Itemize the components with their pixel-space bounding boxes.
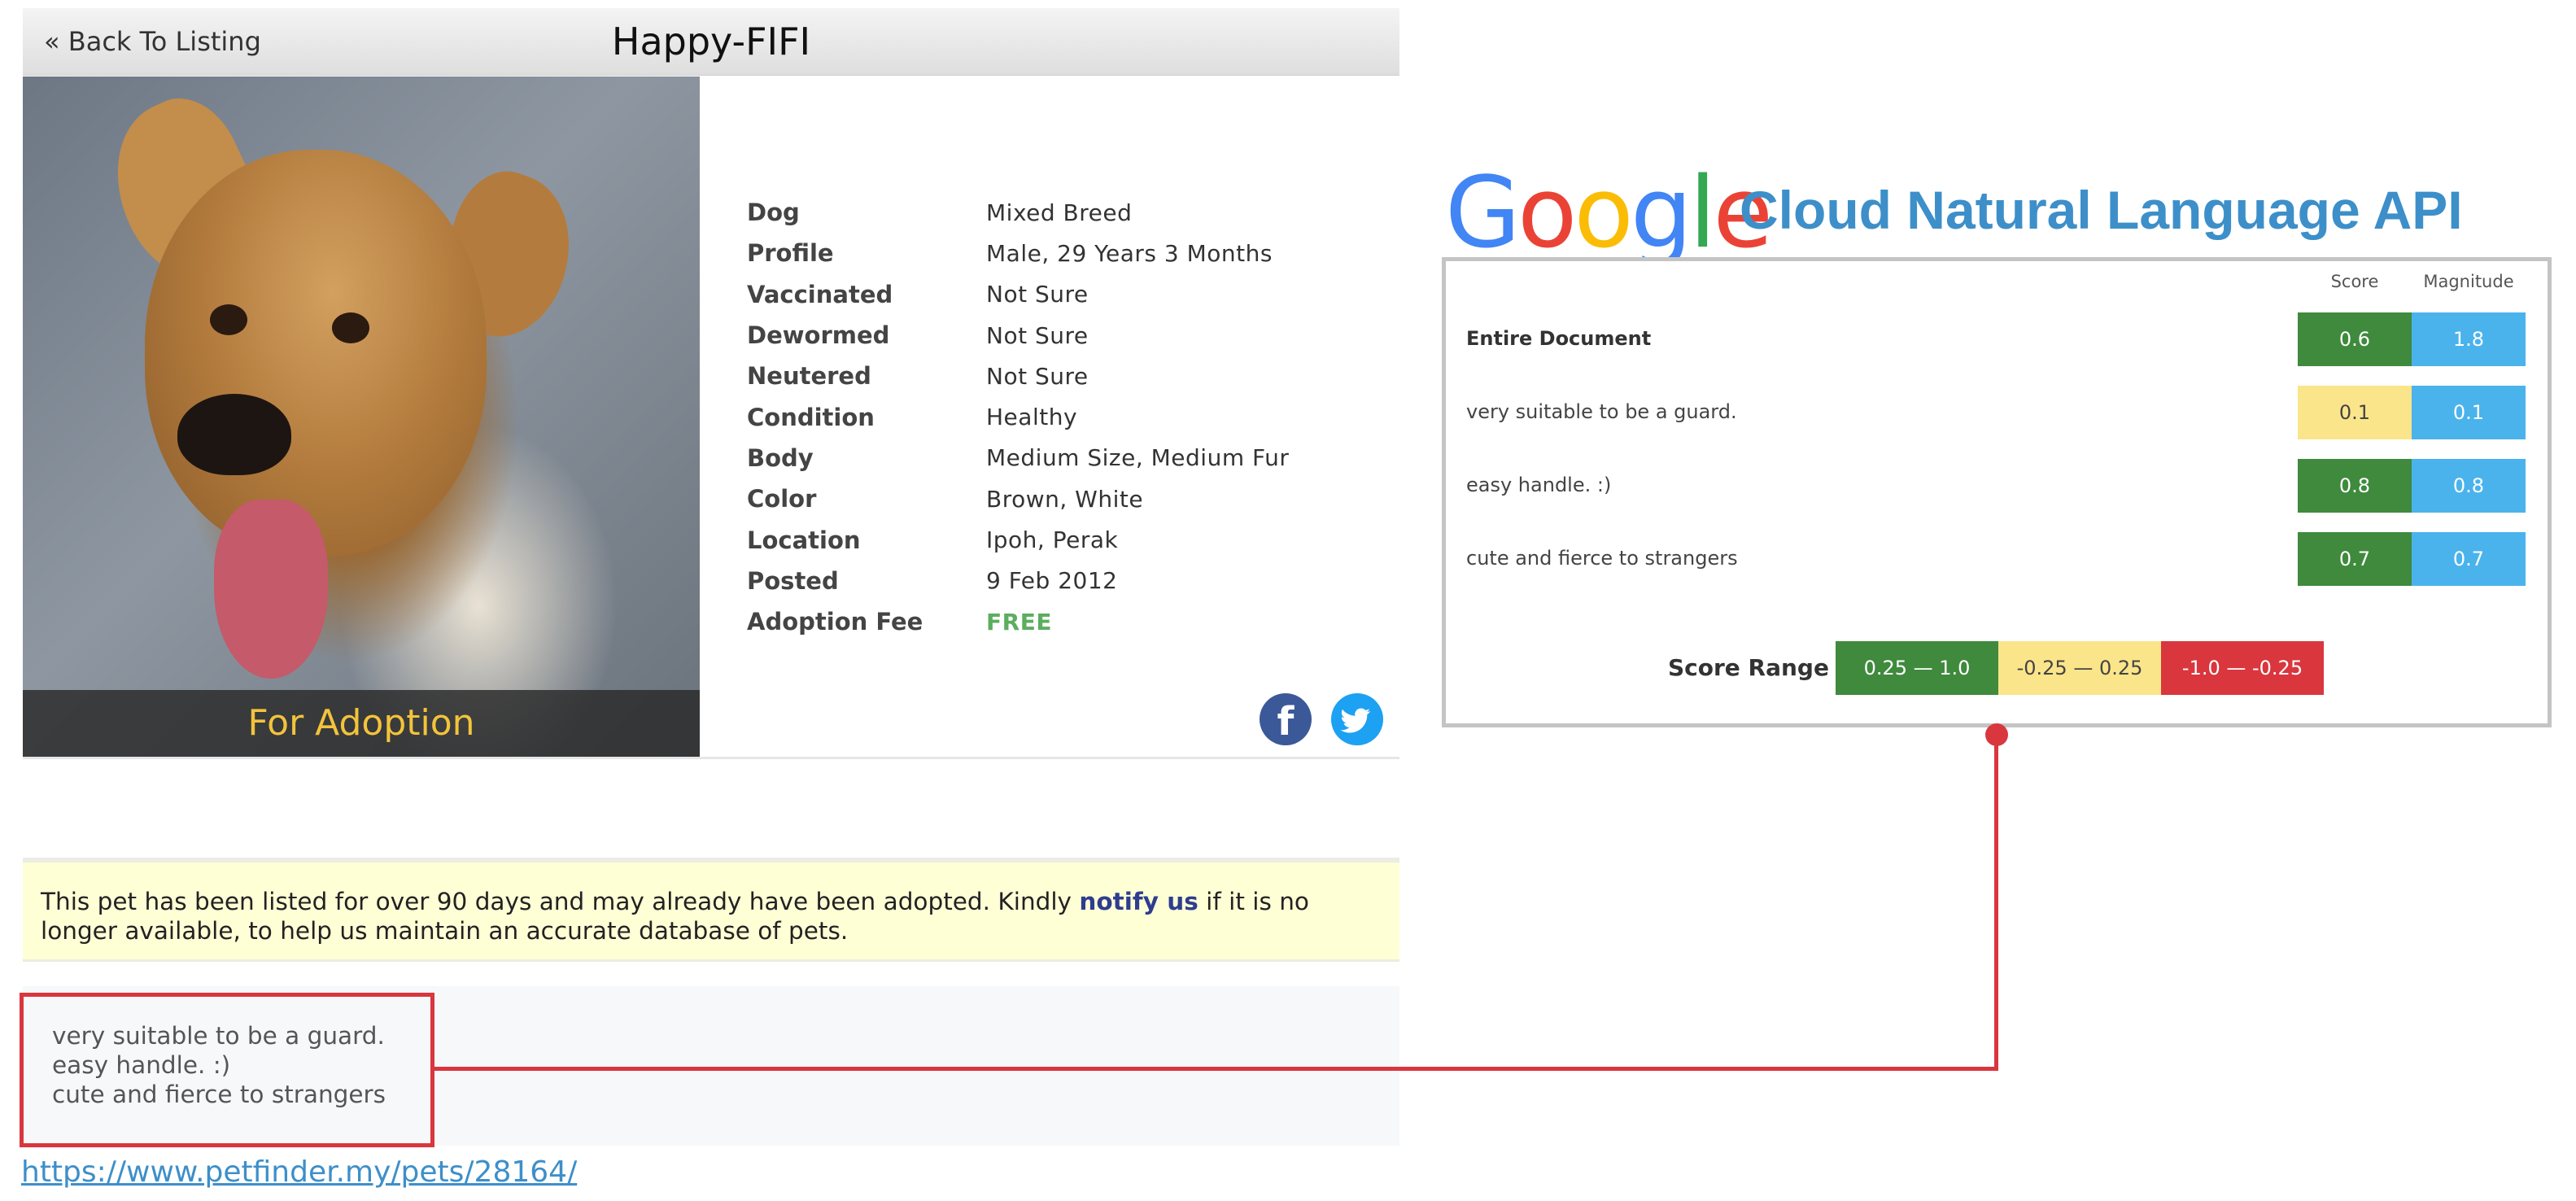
score-cell: 0.1	[2298, 386, 2412, 439]
sentiment-row-label: very suitable to be a guard.	[1466, 400, 1737, 423]
connector-line	[434, 1067, 1998, 1071]
pet-url-link[interactable]: https://www.petfinder.my/pets/28164/	[21, 1155, 577, 1189]
detail-value: FREE	[986, 608, 1052, 635]
facebook-share-icon[interactable]: f	[1260, 693, 1312, 745]
notice-text-before: This pet has been listed for over 90 day…	[41, 888, 1080, 915]
notice-text: This pet has been listed for over 90 day…	[41, 887, 1310, 946]
magnitude-cell: 0.8	[2412, 459, 2526, 513]
detail-label: Dog	[747, 199, 800, 227]
detail-row: Color Brown, White	[747, 478, 1289, 519]
notify-us-link[interactable]: notify us	[1079, 888, 1198, 915]
score-range-negative: -1.0 — -0.25	[2161, 641, 2324, 695]
listing-header: « Back To Listing Happy-FIFI	[23, 8, 1399, 76]
connector-line	[1994, 734, 1998, 1071]
description-line: very suitable to be a guard.	[52, 1022, 385, 1050]
detail-value: Not Sure	[986, 321, 1089, 349]
detail-row: Adoption Fee FREE	[747, 601, 1289, 642]
detail-label: Condition	[747, 403, 875, 431]
detail-value: Brown, White	[986, 485, 1144, 513]
detail-value: Mixed Breed	[986, 199, 1133, 226]
listing-age-notice: This pet has been listed for over 90 day…	[23, 858, 1399, 962]
description-line: easy handle. :)	[52, 1051, 231, 1079]
pet-photo[interactable]: For Adoption	[23, 76, 700, 757]
score-cell: 0.6	[2298, 312, 2412, 366]
detail-row: Neutered Not Sure	[747, 356, 1289, 396]
dog-head-illustration	[145, 150, 487, 557]
detail-value: Not Sure	[986, 362, 1089, 390]
dog-eye-illustration	[210, 304, 247, 335]
detail-row: Dog Mixed Breed	[747, 192, 1289, 233]
detail-label: Adoption Fee	[747, 608, 923, 636]
detail-row: Condition Healthy	[747, 396, 1289, 437]
score-cell: 0.8	[2298, 459, 2412, 513]
sentiment-row-label: easy handle. :)	[1466, 474, 1612, 496]
score-range-neutral: -0.25 — 0.25	[1998, 641, 2161, 695]
twitter-bird-icon	[1340, 708, 1370, 733]
magnitude-cell: 0.7	[2412, 532, 2526, 586]
score-column-header: Score	[2330, 272, 2379, 291]
detail-row: Vaccinated Not Sure	[747, 274, 1289, 315]
detail-value: Ipoh, Perak	[986, 526, 1119, 554]
detail-value: Male, 29 Years 3 Months	[986, 239, 1273, 267]
pet-details-list: Dog Mixed Breed Profile Male, 29 Years 3 Mo…	[747, 192, 1289, 642]
score-cell: 0.7	[2298, 532, 2412, 586]
detail-value: 9 Feb 2012	[986, 567, 1118, 595]
description-line: cute and fierce to strangers	[52, 1081, 386, 1108]
detail-value: Medium Size, Medium Fur	[986, 444, 1290, 472]
dog-nose-illustration	[177, 394, 291, 475]
detail-row: Profile Male, 29 Years 3 Months	[747, 233, 1289, 273]
detail-row: Dewormed Not Sure	[747, 315, 1289, 356]
google-logo: Google	[1445, 157, 1773, 270]
detail-value: Healthy	[986, 404, 1078, 431]
divider	[23, 757, 1399, 759]
detail-label: Vaccinated	[747, 280, 893, 308]
score-range-positive: 0.25 — 1.0	[1836, 641, 1998, 695]
detail-row: Posted 9 Feb 2012	[747, 561, 1289, 601]
magnitude-column-header: Magnitude	[2423, 272, 2514, 291]
detail-label: Posted	[747, 566, 839, 595]
back-to-listing-link[interactable]: « Back To Listing	[44, 8, 261, 75]
detail-row: Body Medium Size, Medium Fur	[747, 438, 1289, 478]
sentiment-row-label: Entire Document	[1466, 327, 1652, 350]
for-adoption-banner: For Adoption	[23, 690, 700, 757]
twitter-share-icon[interactable]	[1331, 693, 1383, 745]
magnitude-cell: 0.1	[2412, 386, 2526, 439]
detail-row: Location Ipoh, Perak	[747, 519, 1289, 560]
api-title: Cloud Natural Language API	[1740, 180, 2463, 240]
score-range-label: Score Range	[1668, 654, 1829, 681]
detail-label: Location	[747, 526, 861, 554]
detail-label: Profile	[747, 239, 834, 268]
sentiment-row-label: cute and fierce to strangers	[1466, 547, 1738, 570]
detail-label: Neutered	[747, 362, 871, 391]
detail-value: Not Sure	[986, 281, 1089, 308]
detail-label: Dewormed	[747, 321, 890, 350]
dog-eye-illustration	[332, 312, 369, 343]
dog-tongue-illustration	[214, 500, 328, 679]
detail-label: Body	[747, 443, 814, 472]
magnitude-cell: 1.8	[2412, 312, 2526, 366]
detail-label: Color	[747, 485, 817, 513]
